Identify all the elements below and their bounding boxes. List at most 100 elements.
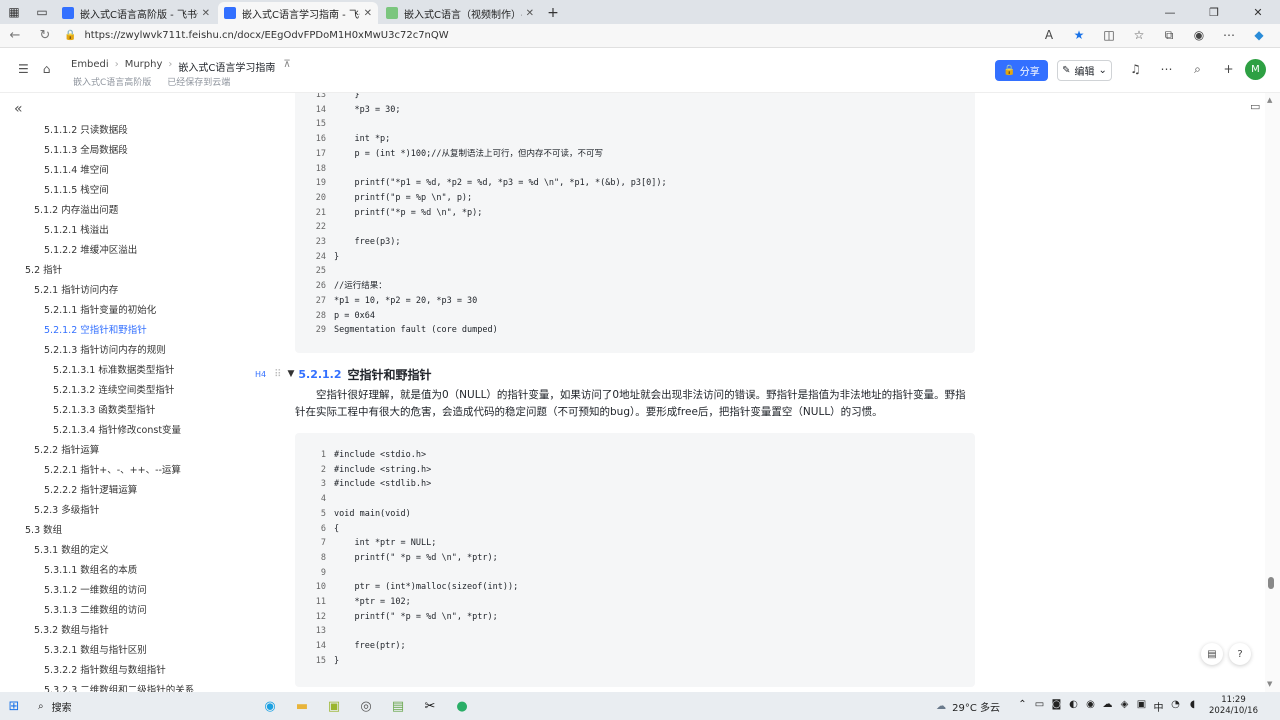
toc-item[interactable]: 5.1.2 内存溢出问题 <box>0 201 245 221</box>
tab-close-icon[interactable]: ✕ <box>364 8 372 19</box>
minimize-icon[interactable]: — <box>1148 0 1192 24</box>
tray-app-icon[interactable]: ▣ <box>1133 699 1150 714</box>
taskbar-search[interactable]: ⌕ 搜索 <box>28 695 218 717</box>
wechat-icon[interactable]: ● <box>446 694 478 718</box>
close-window-icon[interactable]: ✕ <box>1236 0 1280 24</box>
tray-app-icon[interactable]: ▭ <box>1031 699 1048 714</box>
scroll-thumb[interactable] <box>1268 577 1274 589</box>
toc-item[interactable]: 5.3 数组 <box>0 521 245 541</box>
browser-tab[interactable]: 嵌入式C语言（视频制作）- 飞书 ✕ <box>380 2 540 24</box>
edit-button[interactable]: ✎ 编辑 ⌄ <box>1057 60 1112 81</box>
url-field[interactable]: 🔒 https://zwylwvk711t.feishu.cn/docx/EEg… <box>64 26 1034 46</box>
section-heading[interactable]: H4 ⠿ ▼ 5.2.1.2 空指针和野指针 <box>255 365 432 383</box>
code-block[interactable]: 13 } 14 *p3 = 30; 15 16 int *p; 17 p = (int … <box>295 93 975 353</box>
add-icon[interactable]: + <box>1213 62 1244 77</box>
toc-item[interactable]: 5.2.1.3.3 函数类型指针 <box>0 401 245 421</box>
parent-doc-link[interactable]: 嵌入式C语言高阶版 <box>73 75 151 88</box>
search-icon[interactable]: ⌕ <box>1182 62 1213 77</box>
app-icon[interactable]: ▣ <box>318 694 350 718</box>
avatar[interactable]: M <box>1245 59 1266 80</box>
toc-item[interactable]: 5.3.2 数组与指针 <box>0 621 245 641</box>
scroll-down-icon[interactable]: ▼ <box>1267 680 1272 688</box>
reload-icon[interactable]: ↻ <box>30 28 60 43</box>
toc-item[interactable]: 5.2.1.3.1 标准数据类型指针 <box>0 361 245 381</box>
pin-icon[interactable]: ⊼ <box>283 59 290 74</box>
help-icon[interactable]: ? <box>1229 643 1251 665</box>
windows-start-icon[interactable]: ⊞ <box>0 699 28 714</box>
copilot-icon[interactable]: ◆ <box>1244 28 1274 43</box>
split-screen-icon[interactable]: ◫ <box>1094 28 1124 43</box>
toc-item[interactable]: 5.2 指针 <box>0 261 245 281</box>
toc-item[interactable]: 5.2.2.2 指针逻辑运算 <box>0 481 245 501</box>
toc-item[interactable]: 5.3.1.3 二维数组的访问 <box>0 601 245 621</box>
tray-app-icon[interactable]: ◉ <box>1082 699 1099 714</box>
toc-item[interactable]: 5.2.1 指针访问内存 <box>0 281 245 301</box>
tab-close-icon[interactable]: ✕ <box>526 8 534 19</box>
tray-app-icon[interactable]: ◙ <box>1048 699 1065 714</box>
browser-tab[interactable]: 嵌入式C语言学习指南 - 飞书云文档 ✕ <box>218 2 378 24</box>
more-icon[interactable]: ⋯ <box>1151 62 1182 77</box>
toc-item[interactable]: 5.1.2.2 堆缓冲区溢出 <box>0 241 245 261</box>
tray-app-icon[interactable]: ◈ <box>1116 699 1133 714</box>
browser-tab[interactable]: 嵌入式C语言高阶版 - 飞书云文档 ✕ <box>56 2 216 24</box>
bell-icon[interactable]: ♫ <box>1120 62 1151 77</box>
weather-widget[interactable]: ☁ 29°C 多云 <box>936 699 1000 714</box>
window-menu-icon[interactable]: ▦ <box>0 0 28 24</box>
tab-close-icon[interactable]: ✕ <box>202 8 210 19</box>
toc-item[interactable]: 5.3.1.2 一维数组的访问 <box>0 581 245 601</box>
share-button[interactable]: 🔒 分享 <box>995 60 1048 81</box>
volume-icon[interactable]: ◖ <box>1184 699 1201 714</box>
toc-item[interactable]: 5.2.3 多级指针 <box>0 501 245 521</box>
toc-item[interactable]: 5.1.1.4 堆空间 <box>0 161 245 181</box>
tab-actions-icon[interactable]: ▭ <box>28 0 56 24</box>
toc-item[interactable]: 5.3.1 数组的定义 <box>0 541 245 561</box>
doc-tools-icon[interactable]: ▤ <box>1201 643 1223 665</box>
toc-item[interactable]: 5.3.2.2 指针数组与数组指针 <box>0 661 245 681</box>
toc-item[interactable]: 5.1.2.1 栈溢出 <box>0 221 245 241</box>
ime-indicator[interactable]: 中 <box>1150 699 1167 714</box>
favorites-icon[interactable]: ☆ <box>1124 28 1154 43</box>
heading-level-tag[interactable]: H4 <box>255 370 266 379</box>
toc-item[interactable]: 5.1.1.2 只读数据段 <box>0 121 245 141</box>
breadcrumb-item[interactable]: Murphy <box>125 59 163 74</box>
restore-icon[interactable]: ❐ <box>1192 0 1236 24</box>
edge-icon[interactable]: ◉ <box>254 694 286 718</box>
new-tab-button[interactable]: + <box>542 2 564 24</box>
scrollbar[interactable] <box>1265 93 1280 692</box>
tray-app-icon[interactable]: ◐ <box>1065 699 1082 714</box>
app-icon[interactable]: ▤ <box>382 694 414 718</box>
menu-icon[interactable]: ☰ <box>18 62 29 76</box>
tray-chevron-icon[interactable]: ⌃ <box>1014 699 1031 714</box>
app-icon[interactable]: ◎ <box>350 694 382 718</box>
more-menu-icon[interactable]: ⋯ <box>1214 28 1244 43</box>
comment-icon[interactable]: ▭ <box>1250 100 1260 113</box>
toc-item[interactable]: 5.2.1.3 指针访问内存的规则 <box>0 341 245 361</box>
collections-icon[interactable]: ⧉ <box>1154 28 1184 43</box>
toc-item[interactable]: 5.2.1.3.4 指针修改const变量 <box>0 421 245 441</box>
breadcrumb-item[interactable]: Embedi <box>71 59 109 74</box>
home-icon[interactable]: ⌂ <box>43 62 51 76</box>
clock[interactable]: 11:29 2024/10/16 <box>1209 695 1258 717</box>
file-explorer-icon[interactable]: ▬ <box>286 694 318 718</box>
favorite-star-icon[interactable]: ★ <box>1064 28 1094 43</box>
toc-item[interactable]: 5.3.2.3 二维数组和二级指针的关系 <box>0 681 245 692</box>
tray-app-icon[interactable]: ☁ <box>1099 699 1116 714</box>
collapse-sidebar-icon[interactable]: « <box>14 101 23 117</box>
toc-item[interactable]: 5.2.1.1 指针变量的初始化 <box>0 301 245 321</box>
read-aloud-icon[interactable]: A <box>1034 28 1064 43</box>
toc-item[interactable]: 5.2.2.1 指针+、-、++、--运算 <box>0 461 245 481</box>
toc-item[interactable]: 5.2.1.2 空指针和野指针 <box>0 321 245 341</box>
toc-item[interactable]: 5.1.1.5 栈空间 <box>0 181 245 201</box>
toc-item[interactable]: 5.1.1.3 全局数据段 <box>0 141 245 161</box>
collapse-triangle-icon[interactable]: ▼ <box>287 369 294 379</box>
toc-item[interactable]: 5.3.1.1 数组名的本质 <box>0 561 245 581</box>
extension-icon[interactable]: ◉ <box>1184 28 1214 43</box>
scroll-up-icon[interactable]: ▲ <box>1267 96 1272 104</box>
drag-handle-icon[interactable]: ⠿ <box>274 369 281 380</box>
code-block[interactable]: 1 #include <stdio.h> 2 #include <string.h> 3… <box>295 433 975 687</box>
network-icon[interactable]: ◔ <box>1167 699 1184 714</box>
capcut-icon[interactable]: ✂ <box>414 694 446 718</box>
back-icon[interactable]: ← <box>0 28 30 43</box>
toc-item[interactable]: 5.3.2.1 数组与指针区别 <box>0 641 245 661</box>
toc-item[interactable]: 5.2.2 指针运算 <box>0 441 245 461</box>
